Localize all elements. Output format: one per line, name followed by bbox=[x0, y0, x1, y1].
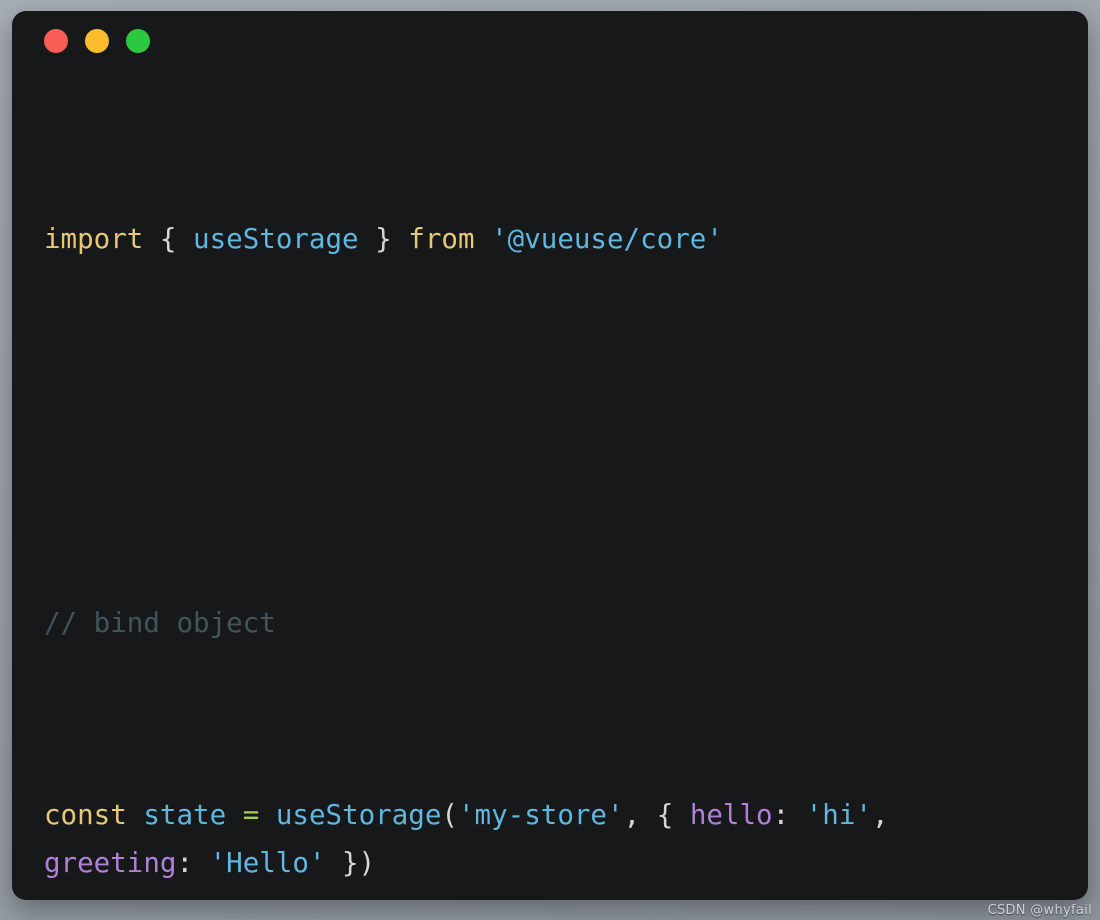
token-prop-hello: hello bbox=[689, 799, 773, 831]
token-var-state: state bbox=[143, 799, 227, 831]
token-brace-close: } bbox=[375, 223, 392, 255]
token-brace-open: { bbox=[159, 223, 177, 255]
minimize-window-button[interactable] bbox=[85, 29, 109, 53]
maximize-window-button[interactable] bbox=[126, 29, 150, 53]
code-window: import { useStorage } from '@vueuse/core… bbox=[12, 11, 1088, 900]
token-obj-open: { bbox=[656, 799, 674, 831]
close-window-button[interactable] bbox=[44, 29, 68, 53]
token-equals: = bbox=[242, 799, 260, 831]
token-usestorage-call: useStorage bbox=[275, 799, 442, 831]
token-from: from bbox=[408, 223, 475, 255]
code-block[interactable]: import { useStorage } from '@vueuse/core… bbox=[12, 71, 1088, 900]
token-prop-greeting: greeting bbox=[44, 847, 177, 879]
token-comment-bind-object: // bind object bbox=[44, 607, 276, 639]
token-module-path: '@vueuse/core' bbox=[491, 223, 723, 255]
code-line-const-state: const state = useStorage('my-store', { h… bbox=[44, 791, 1054, 887]
token-val-hi: 'hi' bbox=[805, 799, 872, 831]
window-titlebar bbox=[12, 11, 1088, 71]
token-paren-open: ( bbox=[441, 799, 458, 831]
token-colon-2: : bbox=[176, 847, 194, 879]
code-line-import: import { useStorage } from '@vueuse/core… bbox=[44, 215, 1054, 263]
token-usestorage: useStorage bbox=[193, 223, 359, 255]
token-comma-2: , bbox=[871, 799, 889, 831]
token-colon: : bbox=[772, 799, 790, 831]
code-line-comment-bind-object: // bind object bbox=[44, 599, 1054, 647]
token-val-hello: 'Hello' bbox=[209, 847, 326, 879]
token-const: const bbox=[44, 799, 127, 831]
watermark: CSDN @whyfail bbox=[987, 903, 1092, 918]
token-obj-close: } bbox=[342, 847, 359, 879]
token-comma: , bbox=[623, 799, 641, 831]
token-import: import bbox=[44, 223, 144, 255]
token-key-my-store: 'my-store' bbox=[457, 799, 624, 831]
token-paren-close: ) bbox=[358, 847, 376, 879]
